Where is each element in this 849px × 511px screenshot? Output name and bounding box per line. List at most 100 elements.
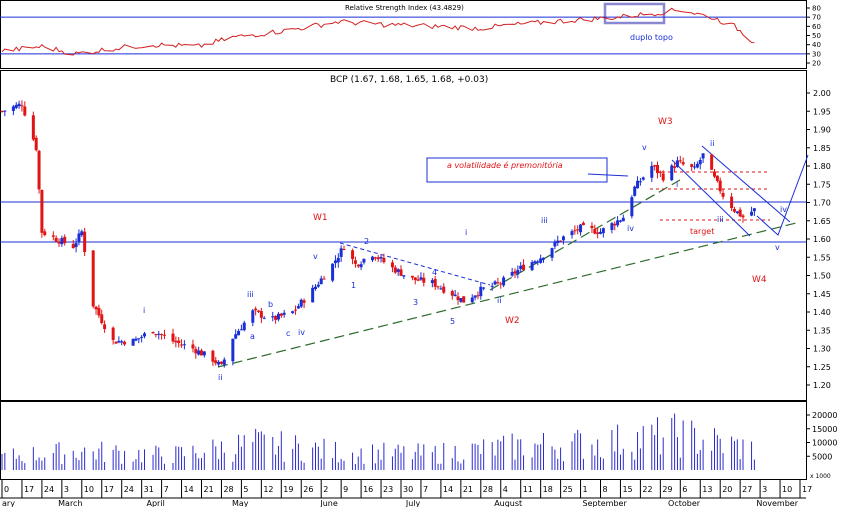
candle-body: [601, 228, 605, 234]
month-label: ary: [2, 499, 15, 507]
candle-body: [11, 106, 15, 111]
volume-tick-label: 5000: [812, 452, 832, 461]
candle-body: [410, 275, 414, 278]
price-tick-label: 1.80: [813, 162, 831, 171]
x-tick-label: 0: [4, 485, 9, 494]
candle-body: [419, 277, 423, 280]
candle-body: [499, 283, 503, 285]
candle-body: [262, 317, 266, 319]
price-tick-label: 1.95: [813, 107, 831, 116]
candle-body: [37, 150, 41, 190]
price-tick-label: 1.90: [813, 126, 831, 135]
candle-body: [351, 250, 355, 260]
candle-body: [698, 159, 702, 165]
candle-body: [219, 361, 223, 364]
candle-body: [721, 192, 725, 197]
candle-body: [171, 333, 175, 342]
x-tick-label: 23: [383, 485, 393, 494]
duplo-topo-label: duplo topo: [630, 33, 673, 42]
candle-body: [131, 339, 135, 346]
candle-body: [63, 236, 67, 244]
candle-body: [593, 229, 597, 234]
wave-label-ii-2: ii: [497, 296, 501, 305]
candle-body: [376, 257, 380, 260]
candle-body: [382, 257, 386, 263]
candle-body: [254, 308, 258, 311]
candle-body: [180, 344, 184, 346]
x-tick-label: 14: [443, 485, 453, 494]
month-label: August: [494, 499, 522, 507]
candle-body: [57, 241, 61, 244]
price-panel-frame: [0, 70, 807, 401]
candle-body: [738, 209, 742, 217]
rsi-tick-label: 20: [812, 60, 821, 68]
candle-body: [211, 350, 215, 362]
x-tick-label: 24: [44, 485, 54, 494]
candle-body: [137, 338, 141, 340]
x-tick-label: 14: [184, 485, 194, 494]
candle-body: [661, 173, 665, 181]
candle-body: [356, 264, 360, 267]
candle-body: [396, 269, 400, 272]
candle-body: [390, 262, 394, 268]
candle-body: [251, 310, 255, 323]
candle-body: [123, 341, 127, 345]
candle-body: [656, 165, 659, 174]
candle-body: [379, 257, 383, 259]
chart-svg: Relative Strength Index (43.4829) BCP (1…: [0, 0, 837, 508]
candle-body: [638, 181, 642, 183]
month-label: May: [232, 499, 249, 507]
x-tick-label: 31: [144, 485, 154, 494]
candle-body: [459, 298, 463, 302]
price-tick-label: 1.20: [813, 381, 831, 390]
candle-body: [479, 286, 483, 297]
candle-body: [54, 237, 58, 242]
rsi-tick-label: 70: [812, 14, 821, 22]
x-tick-label: 12: [263, 485, 273, 494]
candle-body: [160, 334, 164, 336]
candle-body: [342, 249, 346, 251]
candle-body: [510, 272, 514, 276]
candle-body: [502, 277, 506, 286]
x-tick-label: 18: [543, 485, 553, 494]
candle-body: [359, 264, 363, 268]
duplo-topo-box: [603, 2, 666, 25]
wave-label-iv-2: iv: [627, 224, 634, 233]
candle-body: [496, 282, 500, 284]
candle-body: [274, 315, 278, 320]
x-tick-label: 22: [642, 485, 652, 494]
candle-body: [493, 281, 497, 285]
x-tick-label: 17: [24, 485, 34, 494]
candle-body: [114, 341, 118, 344]
rsi-tick-label: 30: [812, 50, 821, 58]
rsi-tick-label: 40: [812, 41, 821, 49]
candle-body: [553, 241, 557, 247]
wave-label-w3: W3: [658, 117, 673, 127]
candle-body: [200, 350, 203, 356]
wave-label-3: 3: [413, 298, 418, 307]
wave-label-i-2: i: [465, 228, 467, 237]
price-tick-label: 1.75: [813, 180, 831, 189]
candle-body: [533, 261, 537, 264]
candle-body: [650, 165, 654, 178]
volume-tick-label: 10000: [812, 439, 837, 448]
x-tick-label: 7: [423, 485, 428, 494]
candle-body: [690, 164, 694, 167]
volume-tick-label: 15000: [812, 425, 837, 434]
x-tick-label: 24: [124, 485, 134, 494]
price-tick-label: 2.00: [813, 89, 831, 98]
price-tick-label: 1.45: [813, 290, 831, 299]
candle-body: [177, 340, 181, 343]
candle-body: [556, 240, 560, 244]
month-label: October: [668, 499, 701, 507]
candle-body: [613, 223, 617, 226]
candle-body: [271, 316, 275, 318]
price-tick-label: 1.60: [813, 235, 831, 244]
candle-body: [302, 300, 306, 303]
x-tick-label: 15: [622, 485, 632, 494]
candle-body: [234, 334, 238, 339]
candle-body: [561, 236, 565, 241]
wave-label-i-1: i: [143, 306, 145, 315]
candle-body: [174, 340, 178, 343]
price-tick-label: 1.50: [813, 272, 831, 281]
